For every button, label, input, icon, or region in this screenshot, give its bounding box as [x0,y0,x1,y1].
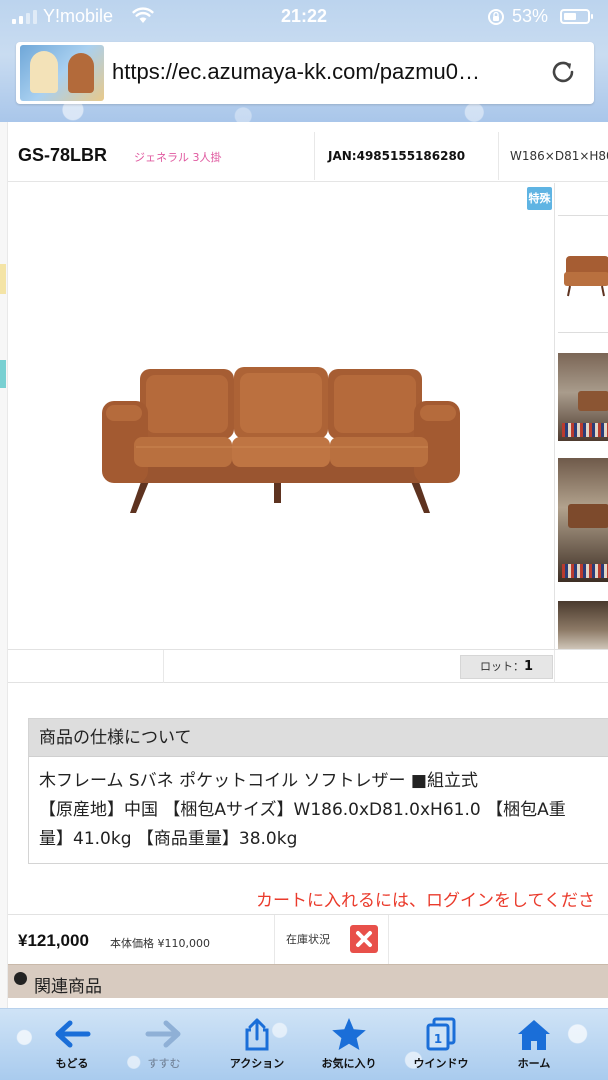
back-label: もどる [55,1057,89,1070]
lot-box: ロット：1 [460,655,553,679]
header-divider [498,132,499,180]
status-bar: Y!mobile 21:22 53% [0,0,608,34]
battery-icon [560,9,593,24]
spec-line: 木フレーム Sバネ ポケットコイル ソフトレザー ■組立式 [39,771,478,791]
window-icon: 1 [426,1017,456,1051]
product-header: GS-78LBR ジェネラル 3人掛 JAN:4985155186280 W18… [8,130,608,182]
price-row: ¥121,000 本体価格 ¥110,000 在庫状況 [8,914,608,965]
favorites-label: お気に入り [321,1057,377,1070]
thumbnail-image[interactable] [558,353,608,441]
rotation-lock-icon [488,9,504,25]
product-size: W186×D81×H80 [510,149,608,163]
window-button[interactable]: 1 ウインドウ [395,1017,487,1080]
spec-line: 量】41.0kg 【商品重量】38.0kg [39,829,298,849]
spec-heading: 商品の仕様について [29,719,608,757]
action-button[interactable]: アクション [211,1017,303,1080]
thumbnail-image[interactable] [558,601,608,649]
window-label: ウインドウ [413,1057,469,1070]
thumbnail-image[interactable] [558,215,608,333]
bullet-icon [14,972,27,985]
spec-body: 木フレーム Sバネ ポケットコイル ソフトレザー ■組立式 【原産地】中国 【梱… [29,757,608,854]
lot-value: 1 [523,659,534,674]
left-marker-teal [0,360,6,388]
login-notice[interactable]: カートに入れるには、ログインをしてくださ [256,886,595,911]
back-arrow-icon [55,1020,91,1048]
back-button[interactable]: もどる [26,1017,118,1080]
home-button[interactable]: ホーム [488,1017,580,1080]
related-products-header[interactable]: 関連商品 [8,964,608,998]
spec-panel: 商品の仕様について 木フレーム Sバネ ポケットコイル ソフトレザー ■組立式 … [28,718,608,864]
window-count: 1 [434,1032,442,1046]
tab-thumbnail[interactable] [20,45,104,101]
product-price: ¥121,000 [18,931,89,950]
favorites-button[interactable]: お気に入り [303,1017,395,1080]
product-jan: JAN:4985155186280 [328,149,466,163]
row-divider [388,915,389,965]
star-icon [332,1018,366,1050]
sofa-thumbnail-icon [564,256,608,297]
forward-arrow-icon [145,1020,181,1048]
spec-line: 【原産地】中国 【梱包Aサイズ】W186.0xD81.0xH61.0 【梱包A重 [39,800,566,820]
bottom-toolbar: もどる すすむ アクション お気に入り 1 ウインドウ ホーム [0,1008,608,1080]
lot-label: ロット： [479,660,524,673]
left-marker-yellow [0,264,6,294]
product-name: ジェネラル 3人掛 [134,151,222,164]
stock-label: 在庫状況 [286,933,330,946]
sofa-product-image[interactable] [94,361,466,517]
related-products-label: 関連商品 [34,977,102,997]
browser-chrome: Y!mobile 21:22 53% https://ec.azumaya-kk… [0,0,608,122]
thumbnail-column [554,183,608,649]
left-strip [0,122,8,1008]
base-price: 本体価格 ¥110,000 [110,937,210,950]
out-of-stock-icon [350,925,378,953]
row-divider [163,650,164,683]
product-sku: GS-78LBR [18,145,108,165]
home-label: ホーム [517,1057,551,1070]
url-text[interactable]: https://ec.azumaya-kk.com/pazmu0… [112,59,542,85]
special-badge: 特殊 [527,187,552,210]
address-bar[interactable]: https://ec.azumaya-kk.com/pazmu0… [16,42,594,104]
battery-percent: 53% [512,6,549,26]
row-divider [274,915,275,965]
thumbnail-image[interactable] [558,458,608,582]
forward-label: すすむ [147,1057,181,1070]
home-icon [518,1020,550,1050]
product-image-area [8,183,554,649]
header-divider [314,132,315,180]
reload-icon[interactable] [548,57,578,87]
row-divider [554,650,555,683]
share-icon [245,1018,269,1051]
lot-row: ロット：1 [8,649,608,683]
forward-button[interactable]: すすむ [118,1017,210,1080]
action-label: アクション [229,1057,285,1070]
